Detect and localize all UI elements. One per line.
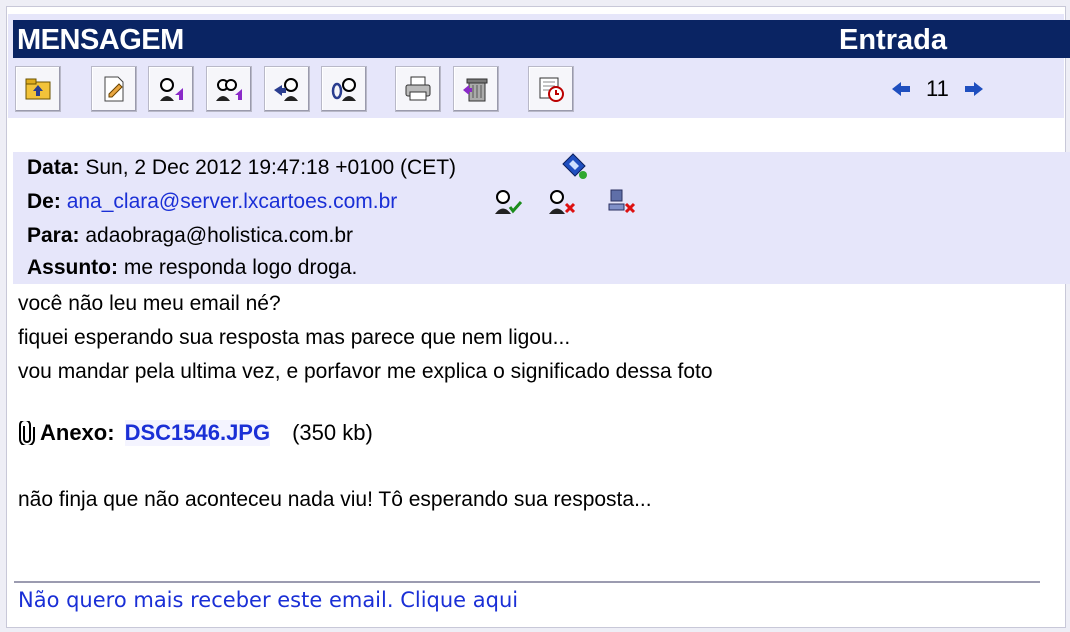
divider	[14, 581, 1040, 583]
forward-attachment-button[interactable]	[321, 66, 367, 112]
arrow-left-icon	[892, 82, 910, 96]
folder-up-button[interactable]	[15, 66, 61, 112]
closing-line: não finja que não aconteceu nada viu! Tô…	[18, 488, 652, 511]
trash-icon	[463, 78, 488, 102]
message-number: 11	[926, 76, 949, 101]
body-line-1: você não leu meu email né?	[18, 292, 281, 315]
body-line-2: fiquei esperando sua resposta mas parece…	[18, 326, 571, 349]
block-contact-icon[interactable]	[547, 188, 577, 216]
attachment-size: (350 kb)	[292, 420, 373, 445]
date-row: Data: Sun, 2 Dec 2012 19:47:18 +0100 (CE…	[27, 156, 456, 180]
add-contact-icon[interactable]	[493, 188, 523, 216]
attachment-link[interactable]: DSC1546.JPG	[124, 420, 271, 446]
print-button[interactable]	[395, 66, 441, 112]
attachment-row: Anexo: DSC1546.JPG (350 kb)	[18, 420, 373, 446]
subject-label: Assunto:	[27, 256, 118, 279]
to-value: adaobraga@holistica.com.br	[85, 224, 354, 247]
date-value: Sun, 2 Dec 2012 19:47:18 +0100 (CET)	[85, 156, 457, 179]
schedule-icon	[539, 77, 564, 102]
paperclip-icon	[19, 421, 35, 445]
compose-icon	[104, 76, 124, 102]
date-label: Data:	[27, 156, 80, 179]
arrow-right-icon	[964, 82, 983, 96]
reply-all-icon	[216, 79, 242, 101]
delete-button[interactable]	[453, 66, 499, 112]
save-disk-icon[interactable]	[559, 152, 589, 180]
forward-icon	[274, 78, 298, 101]
reply-all-button[interactable]	[206, 66, 252, 112]
unsubscribe-link[interactable]: Não quero mais receber este email. Cliqu…	[18, 588, 518, 612]
schedule-button[interactable]	[528, 66, 574, 112]
attachment-label: Anexo:	[40, 420, 115, 445]
next-message-button[interactable]	[961, 76, 987, 102]
folder-name: Entrada	[839, 24, 947, 56]
body-line-3: vou mandar pela ultima vez, e porfavor m…	[18, 360, 713, 383]
message-header: Data: Sun, 2 Dec 2012 19:47:18 +0100 (CE…	[13, 152, 1070, 284]
forward-button[interactable]	[264, 66, 310, 112]
page-title: MENSAGEM	[17, 24, 184, 56]
reply-button[interactable]	[148, 66, 194, 112]
folder-up-icon	[25, 78, 51, 100]
message-pager: 11	[888, 76, 987, 102]
previous-message-button[interactable]	[888, 76, 914, 102]
block-server-icon[interactable]	[607, 188, 637, 216]
reply-icon	[160, 78, 183, 101]
from-row: De: ana_clara@server.lxcartoes.com.br	[27, 190, 397, 214]
to-label: Para:	[27, 224, 80, 247]
compose-button[interactable]	[91, 66, 137, 112]
from-address-link[interactable]: ana_clara@server.lxcartoes.com.br	[67, 190, 398, 213]
subject-value: me responda logo droga.	[123, 256, 358, 279]
title-bar: MENSAGEM Entrada	[13, 20, 1070, 58]
subject-row: Assunto: me responda logo droga.	[27, 256, 357, 280]
print-icon	[405, 76, 431, 101]
forward-attachment-icon	[331, 78, 356, 101]
to-row: Para: adaobraga@holistica.com.br	[27, 224, 353, 248]
from-label: De:	[27, 190, 61, 213]
